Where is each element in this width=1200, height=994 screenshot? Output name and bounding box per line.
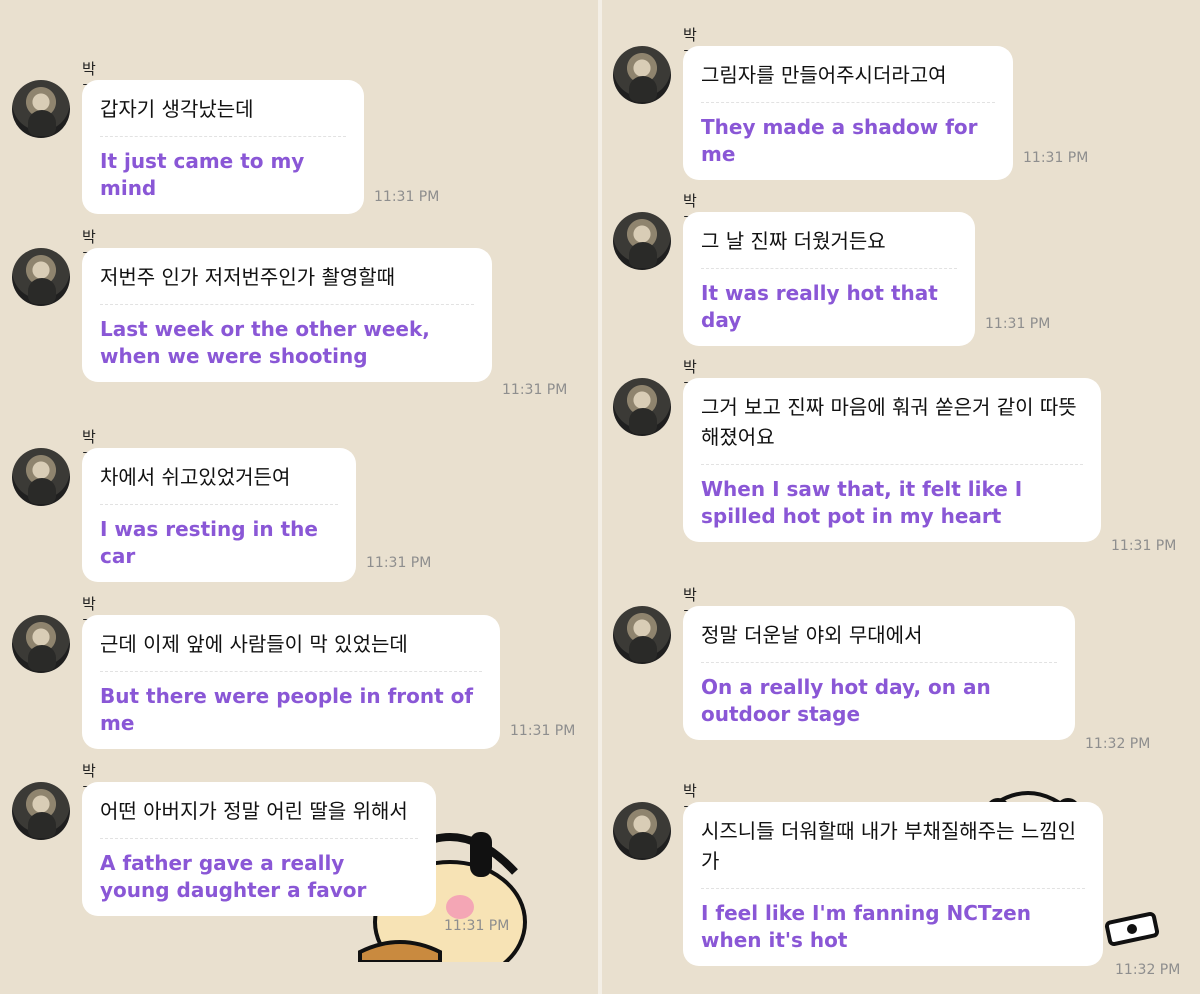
message-bubble[interactable]: 차에서 쉬고있었거든여 I was resting in the car — [82, 448, 356, 582]
message-bubble[interactable]: 그 날 진짜 더웠거든요 It was really hot that day — [683, 212, 975, 346]
translation-text: Last week or the other week, when we wer… — [100, 317, 430, 368]
translation-text: I was resting in the car — [100, 517, 318, 568]
avatar[interactable] — [12, 615, 70, 673]
translation-text: On a really hot day, on an outdoor stage — [701, 675, 991, 726]
translation-text: When I saw that, it felt like I spilled … — [701, 477, 1023, 528]
korean-text: 그거 보고 진짜 마음에 훠궈 쏟은거 같이 따뜻해졌어요 — [701, 395, 1077, 449]
avatar[interactable] — [613, 378, 671, 436]
timestamp: 11:31 PM — [1111, 538, 1177, 554]
korean-text: 어떤 아버지가 정말 어린 딸을 위해서 — [100, 799, 408, 823]
message-bubble[interactable]: 근데 이제 앞에 사람들이 막 있었는데 But there were peop… — [82, 615, 500, 749]
avatar[interactable] — [12, 248, 70, 306]
message-bubble[interactable]: 어떤 아버지가 정말 어린 딸을 위해서 A father gave a rea… — [82, 782, 436, 916]
message-bubble[interactable]: 그거 보고 진짜 마음에 훠궈 쏟은거 같이 따뜻해졌어요 When I saw… — [683, 378, 1101, 542]
korean-text: 정말 더운날 야외 무대에서 — [701, 623, 923, 647]
timestamp: 11:31 PM — [1023, 150, 1089, 166]
message-bubble[interactable]: 갑자기 생각났는데 It just came to my mind — [82, 80, 364, 214]
korean-text: 차에서 쉬고있었거든여 — [100, 465, 291, 489]
translation-text: They made a shadow for me — [701, 115, 978, 166]
translation-text: I feel like I'm fanning NCTzen when it's… — [701, 901, 1031, 952]
message-bubble[interactable]: 그림자를 만들어주시더라고여 They made a shadow for me — [683, 46, 1013, 180]
timestamp: 11:31 PM — [366, 555, 432, 571]
korean-text: 그림자를 만들어주시더라고여 — [701, 63, 947, 87]
korean-text: 그 날 진짜 더웠거든요 — [701, 229, 886, 253]
korean-text: 시즈니들 더워할때 내가 부채질해주는 느낌인가 — [701, 819, 1077, 873]
message-bubble[interactable]: 저번주 인가 저저번주인가 촬영할때 Last week or the othe… — [82, 248, 492, 382]
timestamp: 11:31 PM — [510, 723, 576, 739]
avatar[interactable] — [613, 802, 671, 860]
message-bubble[interactable]: 시즈니들 더워할때 내가 부채질해주는 느낌인가 I feel like I'm… — [683, 802, 1103, 966]
avatar[interactable] — [613, 212, 671, 270]
korean-text: 저번주 인가 저저번주인가 촬영할때 — [100, 265, 396, 289]
translation-text: It was really hot that day — [701, 281, 938, 332]
timestamp: 11:31 PM — [374, 189, 440, 205]
translation-text: But there were people in front of me — [100, 684, 474, 735]
timestamp: 11:32 PM — [1085, 736, 1151, 752]
message-bubble[interactable]: 정말 더운날 야외 무대에서 On a really hot day, on a… — [683, 606, 1075, 740]
column-divider — [598, 0, 602, 994]
avatar[interactable] — [613, 606, 671, 664]
avatar[interactable] — [12, 80, 70, 138]
timestamp: 11:31 PM — [444, 918, 510, 934]
timestamp: 11:31 PM — [985, 316, 1051, 332]
timestamp: 11:31 PM — [502, 382, 568, 398]
translation-text: It just came to my mind — [100, 149, 305, 200]
translation-text: A father gave a really young daughter a … — [100, 851, 367, 902]
avatar[interactable] — [12, 448, 70, 506]
avatar[interactable] — [12, 782, 70, 840]
timestamp: 11:32 PM — [1115, 962, 1181, 978]
avatar[interactable] — [613, 46, 671, 104]
korean-text: 근데 이제 앞에 사람들이 막 있었는데 — [100, 632, 408, 656]
korean-text: 갑자기 생각났는데 — [100, 97, 254, 121]
